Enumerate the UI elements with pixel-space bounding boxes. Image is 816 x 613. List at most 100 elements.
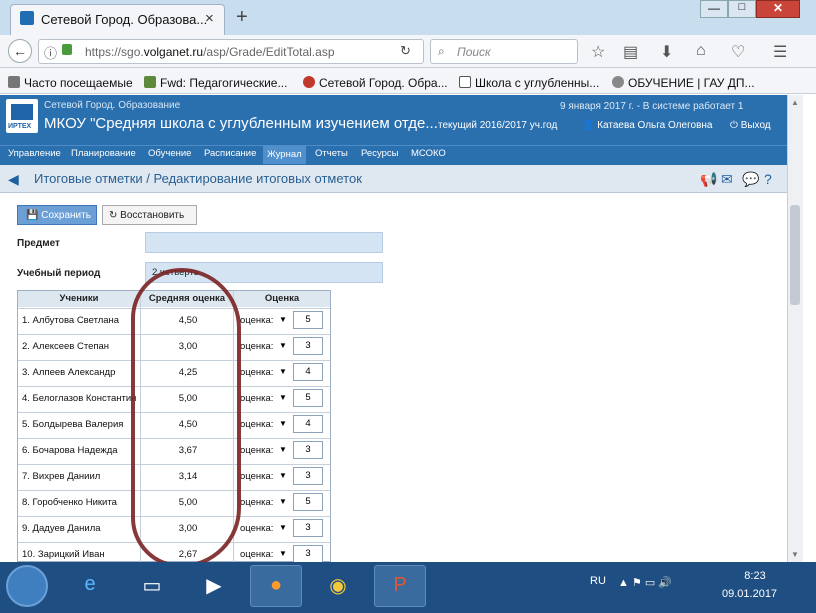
menu-item-schedule[interactable]: Расписание (204, 148, 256, 159)
chevron-down-icon[interactable]: ▼ (279, 445, 287, 454)
user-name[interactable]: 👤 Катаева Ольга Олеговна (582, 120, 712, 131)
grade-type-select[interactable]: оценка: (240, 445, 273, 456)
save-button[interactable]: 💾 Сохранить (17, 205, 97, 225)
menu-item-reports[interactable]: Отчеты (315, 148, 348, 159)
grade-type-select[interactable]: оценка: (240, 367, 273, 378)
school-year[interactable]: текущий 2016/2017 уч.год (438, 120, 557, 131)
chat-icon[interactable]: 💬 (742, 171, 759, 188)
subject-select[interactable] (145, 232, 383, 253)
menu-item-planning[interactable]: Планирование (71, 148, 136, 159)
pocket-icon[interactable]: ♡ (731, 42, 745, 62)
menu-item-management[interactable]: Управление (8, 148, 61, 159)
grade-input[interactable]: 4 (293, 415, 323, 433)
menu-item-journal[interactable]: Журнал (263, 146, 306, 164)
media-taskbar-button[interactable]: ▶ (188, 565, 240, 607)
chevron-down-icon[interactable]: ▼ (279, 419, 287, 428)
student-name: 2. Алексеев Степан (22, 341, 110, 352)
ie-taskbar-button[interactable]: e (64, 565, 116, 607)
clock-time[interactable]: 8:23 (735, 570, 775, 582)
grade-input[interactable]: 3 (293, 467, 323, 485)
bookmark-item[interactable]: Fwd: Педагогические... (160, 76, 287, 90)
announce-icon[interactable]: 📢 (700, 171, 717, 188)
tab-close-icon[interactable]: × (205, 10, 214, 27)
chevron-down-icon[interactable]: ▼ (279, 341, 287, 350)
reload-icon[interactable]: ↻ (400, 43, 411, 59)
scroll-up-icon[interactable]: ▲ (791, 98, 799, 107)
chevron-down-icon[interactable]: ▼ (279, 367, 287, 376)
folder-icon: ▭ (142, 575, 162, 597)
grade-input[interactable]: 4 (293, 363, 323, 381)
url-input[interactable]: https://sgo.volganet.ru/asp/Grade/EditTo… (38, 39, 424, 64)
scroll-thumb[interactable] (790, 205, 800, 305)
search-input[interactable]: Поиск (430, 39, 578, 64)
bookmark-item[interactable]: Сетевой Город. Обра... (319, 76, 448, 90)
reading-list-icon[interactable]: ▤ (623, 42, 638, 62)
new-tab-button[interactable]: + (236, 6, 248, 29)
student-name: 4. Белоглазов Константин (22, 393, 137, 404)
grade-type-select[interactable]: оценка: (240, 341, 273, 352)
back-circle-icon[interactable]: ◀ (8, 171, 19, 188)
explorer-taskbar-button[interactable]: ▭ (126, 565, 178, 607)
grade-input[interactable]: 5 (293, 311, 323, 329)
powerpoint-taskbar-button[interactable]: P (374, 565, 426, 607)
save-icon: 💾 (26, 210, 42, 221)
language-indicator[interactable]: RU (590, 575, 606, 587)
chevron-down-icon[interactable]: ▼ (279, 497, 287, 506)
period-label: Учебный период (17, 268, 101, 279)
chevron-down-icon[interactable]: ▼ (279, 523, 287, 532)
scroll-down-icon[interactable]: ▼ (791, 550, 799, 559)
firefox-taskbar-button[interactable]: ● (250, 565, 302, 607)
help-icon[interactable]: ? (764, 171, 772, 187)
window-minimize-button[interactable]: — (700, 0, 728, 18)
search-icon: ⌕ (438, 44, 445, 58)
system-name: Сетевой Город. Образование (44, 100, 181, 111)
student-name: 9. Дадуев Данила (22, 523, 101, 534)
page-scrollbar[interactable] (787, 95, 803, 562)
chevron-down-icon[interactable]: ▼ (279, 393, 287, 402)
grade-input[interactable]: 3 (293, 545, 323, 563)
grade-input[interactable]: 5 (293, 493, 323, 511)
clock-date[interactable]: 09.01.2017 (722, 588, 777, 600)
grade-type-select[interactable]: оценка: (240, 315, 273, 326)
chrome-taskbar-button[interactable]: ◉ (312, 565, 364, 607)
grade-input[interactable]: 5 (293, 389, 323, 407)
grade-type-select[interactable]: оценка: (240, 497, 273, 508)
mail-icon[interactable]: ✉ (721, 171, 733, 188)
menu-item-resources[interactable]: Ресурсы (361, 148, 398, 159)
home-icon[interactable]: ⌂ (696, 42, 706, 60)
window-close-button[interactable]: ✕ (756, 0, 800, 18)
grade-type-select[interactable]: оценка: (240, 549, 273, 560)
grade-type-select[interactable]: оценка: (240, 471, 273, 482)
grade-input[interactable]: 3 (293, 337, 323, 355)
grade-type-select[interactable]: оценка: (240, 419, 273, 430)
grade-type-select[interactable]: оценка: (240, 523, 273, 534)
grade-type-select[interactable]: оценка: (240, 393, 273, 404)
chevron-down-icon[interactable]: ▼ (279, 471, 287, 480)
back-arrow-icon[interactable]: ← (8, 39, 32, 63)
chevron-down-icon[interactable]: ▼ (279, 315, 287, 324)
browser-tab[interactable]: Сетевой Город. Образова... (10, 4, 225, 35)
menu-item-learning[interactable]: Обучение (148, 148, 191, 159)
logo-text: ИРТЕХ (8, 123, 32, 130)
logout-button[interactable]: ⏻ Выход (730, 120, 771, 131)
grade-input[interactable]: 3 (293, 519, 323, 537)
bookmark-item[interactable]: ОБУЧЕНИЕ | ГАУ ДП... (628, 76, 755, 90)
bookmark-item[interactable]: Школа с углубленны... (475, 76, 599, 90)
student-name: 10. Зарицкий Иван (22, 549, 105, 560)
tray-icons[interactable]: ▲ ⚑ ▭ 🔊 (618, 576, 672, 589)
restore-icon: ↻ (109, 210, 121, 221)
download-icon[interactable]: ⬇ (660, 42, 673, 62)
window-maximize-button[interactable]: □ (728, 0, 756, 18)
chevron-down-icon[interactable]: ▼ (279, 549, 287, 558)
url-prefix: https://sgo. (85, 45, 144, 59)
page-icon (459, 76, 471, 88)
bookmark-star-icon (8, 76, 20, 88)
restore-button[interactable]: ↻ Восстановить (102, 205, 197, 225)
grade-input[interactable]: 3 (293, 441, 323, 459)
menu-item-msoko[interactable]: МСОКО (411, 148, 446, 159)
bookmark-star-icon[interactable]: ☆ (591, 42, 605, 62)
menu-icon[interactable]: ☰ (773, 42, 787, 62)
start-button[interactable] (6, 565, 48, 607)
bookmark-item[interactable]: Часто посещаемые (24, 76, 133, 90)
info-icon[interactable]: ⓘ (44, 43, 57, 62)
